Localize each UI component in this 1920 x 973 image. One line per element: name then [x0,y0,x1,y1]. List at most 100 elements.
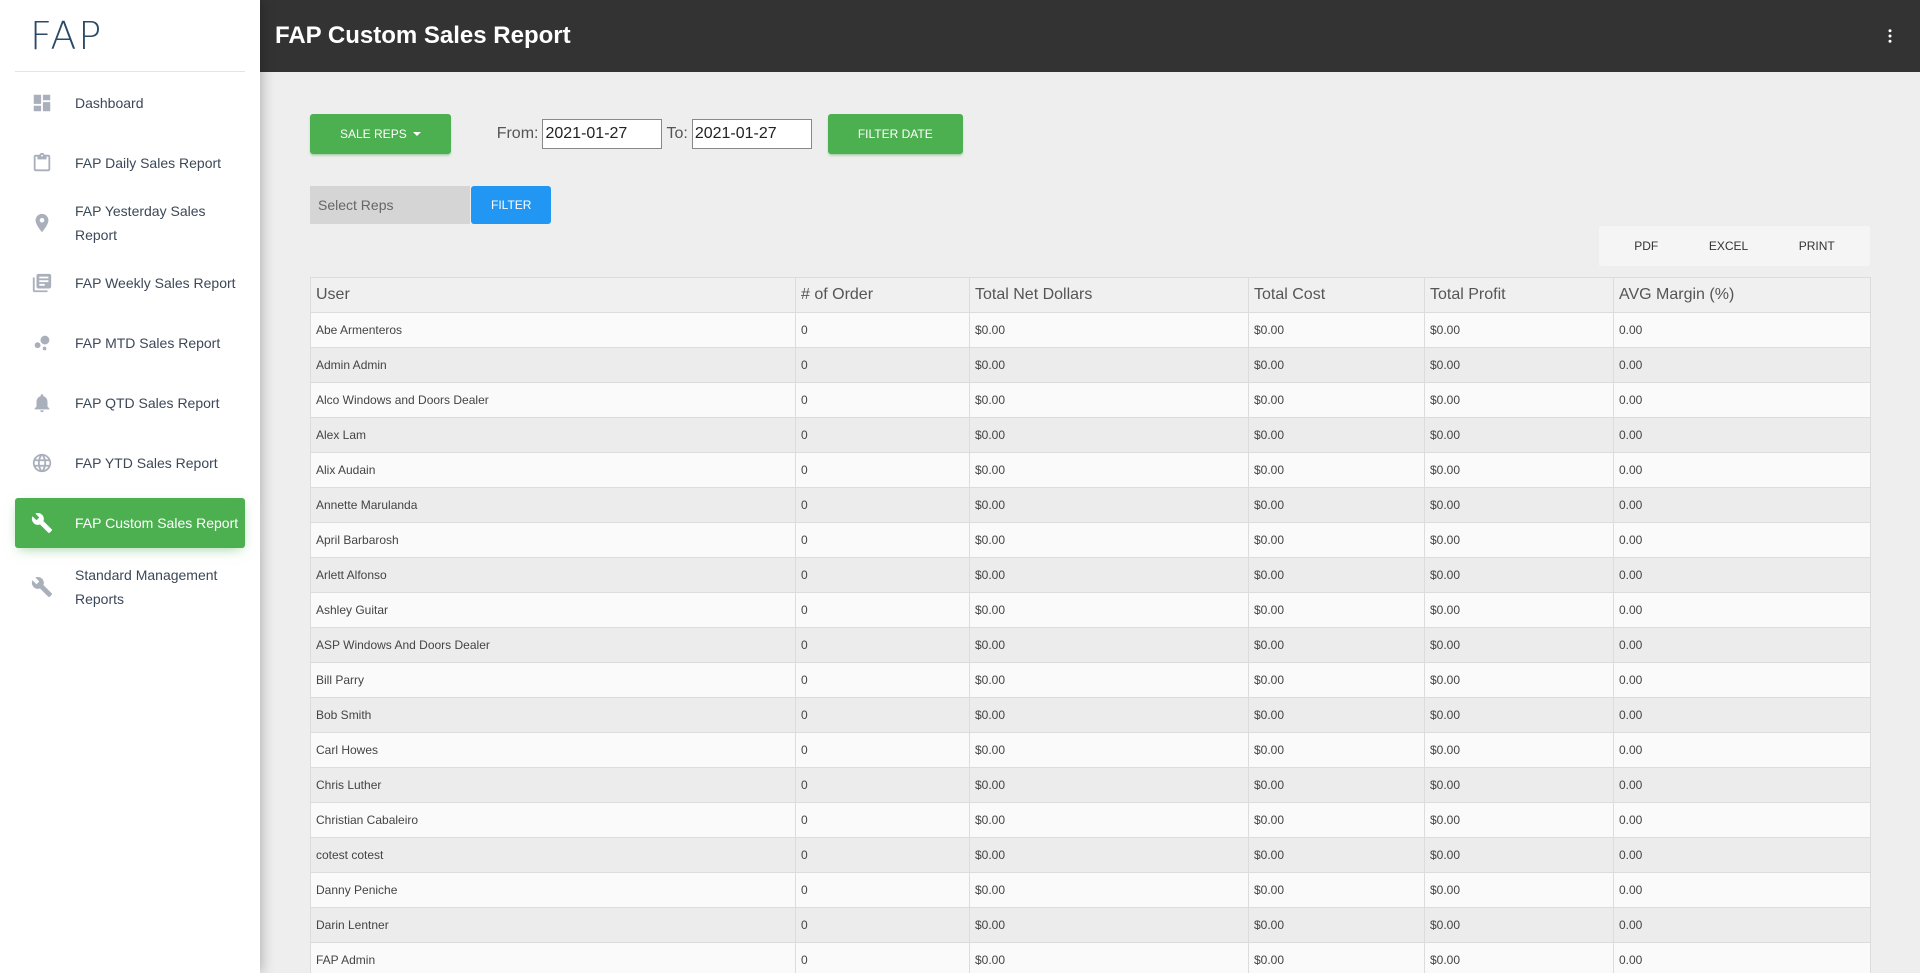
table-cell: 0.00 [1613,872,1871,908]
table-cell: Ashley Guitar [310,592,796,628]
column-header[interactable]: Total Net Dollars [969,277,1249,313]
table-cell: $0.00 [969,592,1249,628]
table-cell: $0.00 [1424,592,1614,628]
table-cell: $0.00 [1424,627,1614,663]
table-row: Alex Lam 0 $0.00 $0.00 $0.00 0.00 [310,417,1871,453]
sidebar-item-dashboard[interactable]: Dashboard [15,78,245,128]
sidebar-item-mtd[interactable]: FAP MTD Sales Report [15,318,245,368]
table-cell: $0.00 [1248,522,1425,558]
table-cell: 0.00 [1613,662,1871,698]
wrench-icon [31,512,53,534]
table-cell: 0 [795,592,970,628]
table-cell: 0.00 [1613,697,1871,733]
library-books-icon [31,272,53,294]
table-cell: 0 [795,382,970,418]
table-cell: $0.00 [1248,347,1425,383]
column-header[interactable]: # of Order [795,277,970,313]
table-cell: 0 [795,942,970,973]
sidebar-item-label: FAP YTD Sales Report [75,455,218,471]
location-pin-icon [31,212,53,234]
table-cell: $0.00 [1424,907,1614,943]
table-cell: $0.00 [1424,382,1614,418]
table-cell: $0.00 [1424,487,1614,523]
print-button[interactable]: PRINT [1787,231,1847,261]
table-cell: 0 [795,627,970,663]
table-row: Bob Smith 0 $0.00 $0.00 $0.00 0.00 [310,697,1871,733]
table-cell: $0.00 [1248,872,1425,908]
sidebar-item-standard-management[interactable]: Standard Management Reports [15,558,245,616]
table-cell: $0.00 [1424,312,1614,348]
table-cell: 0 [795,767,970,803]
table-cell: $0.00 [1248,557,1425,593]
table-cell: Abe Armenteros [310,312,796,348]
sidebar-item-daily[interactable]: FAP Daily Sales Report [15,138,245,188]
select-reps-dropdown[interactable]: Select Reps [310,186,470,224]
table-cell: $0.00 [1248,312,1425,348]
sidebar-item-qtd[interactable]: FAP QTD Sales Report [15,378,245,428]
table-cell: $0.00 [1248,942,1425,973]
table-row: Admin Admin 0 $0.00 $0.00 $0.00 0.00 [310,347,1871,383]
table-header-row: User # of Order Total Net Dollars Total Cos… [310,277,1871,313]
table-cell: $0.00 [1424,697,1614,733]
table-cell: $0.00 [1248,802,1425,838]
table-cell: $0.00 [969,417,1249,453]
table-cell: 0.00 [1613,942,1871,973]
pdf-button[interactable]: PDF [1622,231,1670,261]
table-row: Alco Windows and Doors Dealer 0 $0.00 $0.00… [310,382,1871,418]
sales-table: User # of Order Total Net Dollars Total Cos… [310,277,1871,973]
column-header[interactable]: Total Cost [1248,277,1425,313]
from-date-input[interactable] [542,119,663,149]
sidebar-item-label: FAP Weekly Sales Report [75,275,236,291]
table-cell: 0 [795,487,970,523]
table-cell: 0.00 [1613,417,1871,453]
globe-icon [31,452,53,474]
caret-down-icon [412,132,421,136]
sidebar-item-label: Standard Management Reports [75,567,218,607]
table-cell: $0.00 [1248,487,1425,523]
table-cell: $0.00 [1424,942,1614,973]
table-cell: $0.00 [1424,522,1614,558]
table-body: Abe Armenteros 0 $0.00 $0.00 $0.00 0.00 Admin … [310,312,1871,973]
sale-reps-label: SALE REPS [340,127,407,141]
table-cell: 0.00 [1613,487,1871,523]
filter-date-button[interactable]: FILTER DATE [827,114,963,154]
table-cell: cotest cotest [310,837,796,873]
filter-button[interactable]: FILTER [471,186,552,224]
table-cell: 0.00 [1613,347,1871,383]
table-cell: Bill Parry [310,662,796,698]
table-cell: Christian Cabaleiro [310,802,796,838]
column-header[interactable]: Total Profit [1424,277,1614,313]
table-cell: April Barbarosh [310,522,796,558]
sidebar-item-ytd[interactable]: FAP YTD Sales Report [15,438,245,488]
sidebar-item-weekly[interactable]: FAP Weekly Sales Report [15,258,245,308]
table-cell: 0 [795,872,970,908]
column-header[interactable]: AVG Margin (%) [1613,277,1871,313]
clipboard-icon [31,152,53,174]
table-cell: $0.00 [1424,732,1614,768]
table-row: Carl Howes 0 $0.00 $0.00 $0.00 0.00 [310,732,1871,768]
table-cell: 0.00 [1613,767,1871,803]
more-options-icon[interactable] [1875,21,1905,51]
to-date-input[interactable] [691,119,812,149]
sidebar-item-yesterday[interactable]: FAP Yesterday Sales Report [15,198,245,248]
table-cell: Admin Admin [310,347,796,383]
table-cell: $0.00 [969,487,1249,523]
table-cell: 0 [795,837,970,873]
table-row: FAP Admin 0 $0.00 $0.00 $0.00 0.00 [310,942,1871,973]
table-cell: $0.00 [1424,417,1614,453]
logo-text: FAP [30,13,104,58]
table-cell: Darin Lentner [310,907,796,943]
sale-reps-dropdown-button[interactable]: SALE REPS [310,114,451,154]
excel-button[interactable]: EXCEL [1697,231,1760,261]
filter-toolbar: SALE REPS From: To: FILTER DATE [310,113,1870,155]
table-cell: 0 [795,312,970,348]
column-header[interactable]: User [310,277,796,313]
table-cell: 0.00 [1613,452,1871,488]
sidebar-item-label: FAP Custom Sales Report [75,515,239,531]
sidebar-item-custom[interactable]: FAP Custom Sales Report [15,498,245,548]
table-cell: 0.00 [1613,837,1871,873]
table-row: April Barbarosh 0 $0.00 $0.00 $0.00 0.00 [310,522,1871,558]
export-toolbar: PDF EXCEL PRINT [1599,226,1870,266]
table-row: Chris Luther 0 $0.00 $0.00 $0.00 0.00 [310,767,1871,803]
brand-logo[interactable]: FAP [15,0,245,72]
